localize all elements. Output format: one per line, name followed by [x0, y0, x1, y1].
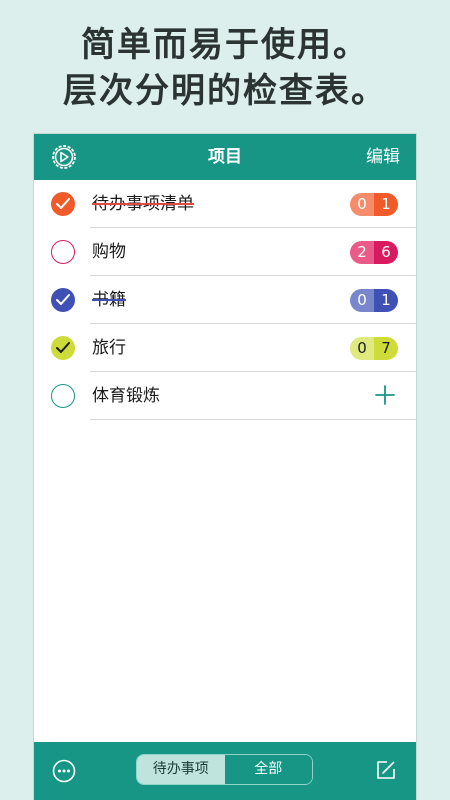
- nav-bar: 项目 编辑: [34, 134, 416, 180]
- check-circle-empty[interactable]: [51, 240, 75, 264]
- filter-segmented-control: 待办事项 全部: [136, 754, 313, 785]
- item-label: 旅行: [92, 338, 126, 358]
- badge-left-count: 0: [350, 289, 374, 312]
- check-circle-done[interactable]: [51, 192, 75, 216]
- edit-button[interactable]: 编辑: [366, 134, 400, 180]
- segment-all[interactable]: 全部: [224, 755, 312, 784]
- row-divider: [90, 419, 416, 420]
- project-list: 待办事项清单 0 1 购物 2 6 书籍 0 1 旅行 0 7 体育锻炼: [34, 180, 416, 420]
- count-badge: 0 1: [350, 193, 398, 216]
- check-circle-done[interactable]: [51, 288, 75, 312]
- compose-icon[interactable]: [374, 758, 398, 782]
- checkmark-icon: [56, 198, 70, 209]
- headline: 简单而易于使用。 层次分明的检查表。: [0, 22, 450, 114]
- badge-right-count: 6: [374, 241, 398, 264]
- list-item[interactable]: 书籍 0 1: [34, 276, 416, 324]
- checkmark-icon: [56, 342, 70, 353]
- plus-icon[interactable]: [374, 384, 396, 406]
- count-badge: 2 6: [350, 241, 398, 264]
- badge-right-count: 1: [374, 289, 398, 312]
- badge-left-count: 2: [350, 241, 374, 264]
- item-label: 体育锻炼: [92, 386, 160, 406]
- item-label: 书籍: [92, 290, 126, 310]
- badge-left-count: 0: [350, 337, 374, 360]
- check-circle-empty[interactable]: [51, 384, 75, 408]
- page-title: 项目: [208, 147, 242, 167]
- badge-right-count: 7: [374, 337, 398, 360]
- badge-left-count: 0: [350, 193, 374, 216]
- list-item[interactable]: 购物 2 6: [34, 228, 416, 276]
- checkmark-icon: [56, 294, 70, 305]
- headline-line-2: 层次分明的检查表。: [63, 71, 387, 111]
- segment-todo[interactable]: 待办事项: [137, 755, 225, 784]
- check-circle-done[interactable]: [51, 336, 75, 360]
- ellipsis-circle-icon[interactable]: [52, 759, 76, 783]
- headline-line-1: 简单而易于使用。: [81, 25, 369, 65]
- list-item[interactable]: 旅行 0 7: [34, 324, 416, 372]
- count-badge: 0 1: [350, 289, 398, 312]
- app-window: 项目 编辑 待办事项清单 0 1 购物 2 6 书籍 0 1 旅行 0 7 体育…: [34, 134, 416, 800]
- item-label: 购物: [92, 242, 126, 262]
- list-item[interactable]: 体育锻炼: [34, 372, 416, 420]
- badge-right-count: 1: [374, 193, 398, 216]
- bottom-toolbar: 待办事项 全部: [34, 742, 416, 800]
- item-label: 待办事项清单: [92, 194, 194, 214]
- count-badge: 0 7: [350, 337, 398, 360]
- gear-icon[interactable]: [50, 143, 78, 171]
- list-item[interactable]: 待办事项清单 0 1: [34, 180, 416, 228]
